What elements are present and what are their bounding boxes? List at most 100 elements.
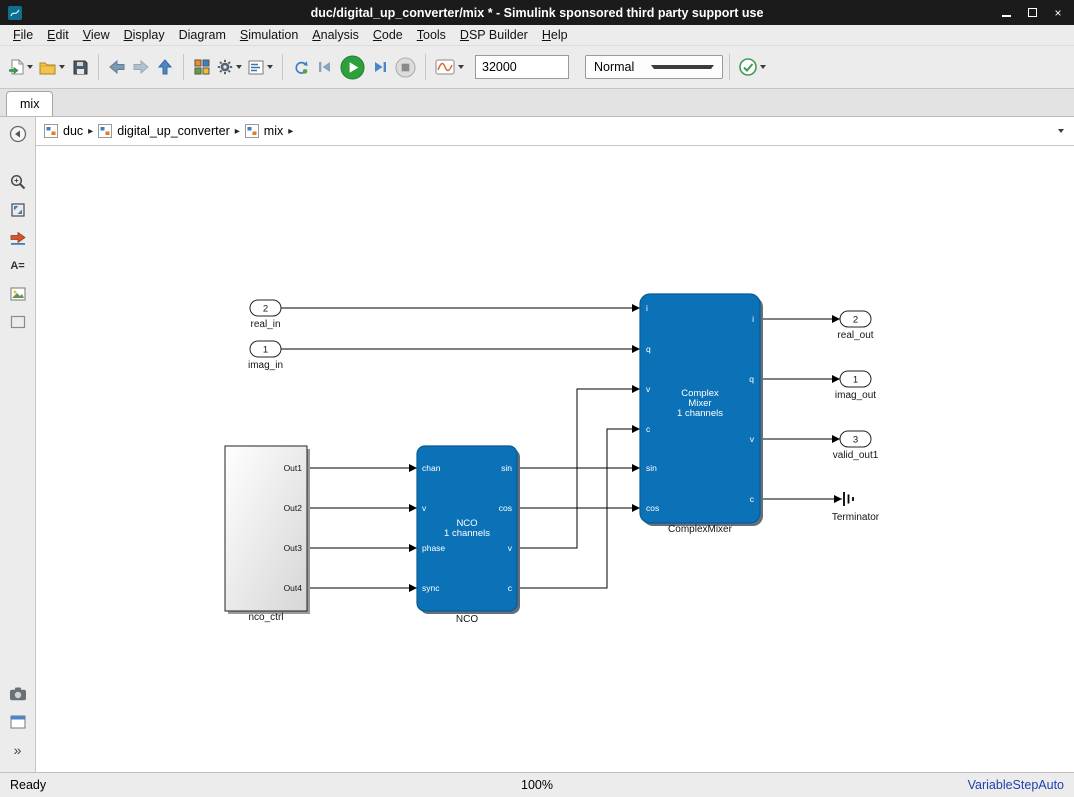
menu-view[interactable]: View (76, 26, 117, 44)
menu-analysis[interactable]: Analysis (305, 26, 366, 44)
menu-display[interactable]: Display (117, 26, 172, 44)
viewmarks-panel-button[interactable] (4, 710, 32, 734)
stepping-options-icon (293, 60, 309, 75)
signal-arrow-icon (10, 232, 26, 245)
annotation-icon: A= (10, 260, 24, 272)
svg-text:Out3: Out3 (284, 543, 303, 553)
minimize-button[interactable] (998, 6, 1014, 20)
signal-arrow-tool-button[interactable] (4, 226, 32, 250)
inport-real-in[interactable]: 2 (250, 300, 281, 316)
svg-text:q: q (646, 344, 651, 354)
step-forward-button[interactable] (368, 52, 392, 82)
library-browser-button[interactable] (190, 52, 214, 82)
nco-ctrl-label[interactable]: nco_ctrl (248, 612, 283, 623)
gear-icon (217, 59, 233, 75)
diagram-svg[interactable]: i q v c sin cos i q v c Complex Mixer 1 … (36, 146, 1074, 772)
step-back-icon (318, 61, 332, 73)
svg-text:Out2: Out2 (284, 503, 303, 513)
menu-diagram[interactable]: Diagram (172, 26, 233, 44)
save-button[interactable] (68, 52, 92, 82)
open-button[interactable] (36, 52, 68, 82)
outport-valid-out1[interactable]: 3 (840, 431, 871, 447)
maximize-button[interactable] (1024, 6, 1040, 20)
minimize-icon (1002, 15, 1011, 17)
image-tool-button[interactable] (4, 282, 32, 306)
inport-imag-in[interactable]: 1 (250, 341, 281, 357)
breadcrumb: duc ▸ digital_up_converter ▸ mix ▸ (36, 117, 1074, 146)
outport-real-out[interactable]: 2 (840, 311, 871, 327)
menu-simulation[interactable]: Simulation (233, 26, 305, 44)
image-icon (10, 287, 26, 301)
panel-window-icon (10, 715, 26, 729)
menu-edit[interactable]: Edit (40, 26, 76, 44)
settings-caret-icon (236, 65, 242, 69)
save-icon (73, 60, 88, 75)
step-back-button[interactable] (313, 52, 337, 82)
block-complexmixer[interactable]: i q v c sin cos i q v c Complex Mixer 1 … (640, 294, 763, 526)
breadcrumb-separator-icon: ▸ (88, 126, 93, 137)
palette-sidebar: A= (0, 117, 36, 772)
model-configuration-button[interactable] (245, 52, 276, 82)
area-box-icon (10, 315, 26, 329)
annotation-tool-button[interactable]: A= (4, 254, 32, 278)
menu-help[interactable]: Help (535, 26, 575, 44)
run-button[interactable] (337, 52, 368, 82)
window-title: duc/digital_up_converter/mix * - Simulin… (0, 6, 1074, 20)
toolbar-separator (729, 54, 730, 80)
svg-text:3: 3 (853, 435, 858, 446)
close-button[interactable]: × (1050, 6, 1066, 20)
imag-in-label[interactable]: imag_in (248, 360, 283, 371)
simulation-data-inspector-button[interactable] (432, 52, 467, 82)
svg-text:i: i (752, 314, 754, 324)
outport-imag-out[interactable]: 1 (840, 371, 871, 387)
menu-dsp-builder[interactable]: DSP Builder (453, 26, 535, 44)
menu-file[interactable]: File (6, 26, 40, 44)
svg-text:sync: sync (422, 583, 440, 593)
menu-code[interactable]: Code (366, 26, 410, 44)
stop-time-input[interactable] (475, 55, 569, 79)
real-out-label[interactable]: real_out (837, 330, 873, 341)
zoom-button[interactable] (4, 170, 32, 194)
fit-to-view-icon (10, 202, 26, 218)
solver-indicator[interactable]: VariableStepAuto (968, 778, 1064, 792)
viewmark-button[interactable] (4, 682, 32, 706)
fit-to-view-button[interactable] (4, 198, 32, 222)
nco-label[interactable]: NCO (456, 614, 478, 625)
breadcrumb-separator-icon: ▸ (235, 126, 240, 137)
simulation-mode-select[interactable]: Normal (585, 55, 723, 79)
run-icon (340, 55, 365, 80)
stop-button[interactable] (392, 52, 419, 82)
imag-out-label[interactable]: imag_out (835, 390, 876, 401)
real-in-label[interactable]: real_in (250, 319, 280, 330)
open-folder-icon (39, 60, 56, 75)
svg-text:phase: phase (422, 543, 445, 553)
settings-button[interactable] (214, 52, 245, 82)
breadcrumb-item-mix[interactable]: mix (264, 124, 283, 138)
terminator-label[interactable]: Terminator (832, 512, 880, 523)
tab-mix[interactable]: mix (6, 91, 53, 116)
block-nco-ctrl[interactable]: Out1 Out2 Out3 Out4 (225, 446, 310, 614)
block-terminator[interactable] (844, 492, 853, 506)
valid-out1-label[interactable]: valid_out1 (833, 450, 879, 461)
back-button[interactable] (105, 52, 129, 82)
stepping-options-button[interactable] (289, 52, 313, 82)
validate-button[interactable] (736, 52, 769, 82)
breadcrumb-item-digital-up-converter[interactable]: digital_up_converter (117, 124, 230, 138)
complexmixer-label[interactable]: ComplexMixer (668, 524, 733, 535)
new-model-button[interactable] (6, 52, 36, 82)
up-to-parent-button[interactable] (153, 52, 177, 82)
tab-strip: mix (0, 89, 1074, 117)
zoom-level: 100% (521, 778, 553, 792)
block-nco[interactable]: chan v phase sync sin cos v c NCO 1 chan… (417, 446, 520, 614)
forward-button[interactable] (129, 52, 153, 82)
camera-icon (9, 687, 27, 701)
expand-sidebar-button[interactable]: » (4, 738, 32, 762)
breadcrumb-item-duc[interactable]: duc (63, 124, 83, 138)
library-browser-icon (194, 59, 210, 75)
breadcrumb-dropdown-caret[interactable] (1058, 129, 1064, 133)
area-tool-button[interactable] (4, 310, 32, 334)
model-canvas[interactable]: i q v c sin cos i q v c Complex Mixer 1 … (36, 146, 1074, 772)
svg-text:cos: cos (646, 503, 659, 513)
model-browser-toggle-button[interactable] (4, 122, 32, 146)
menu-tools[interactable]: Tools (410, 26, 453, 44)
